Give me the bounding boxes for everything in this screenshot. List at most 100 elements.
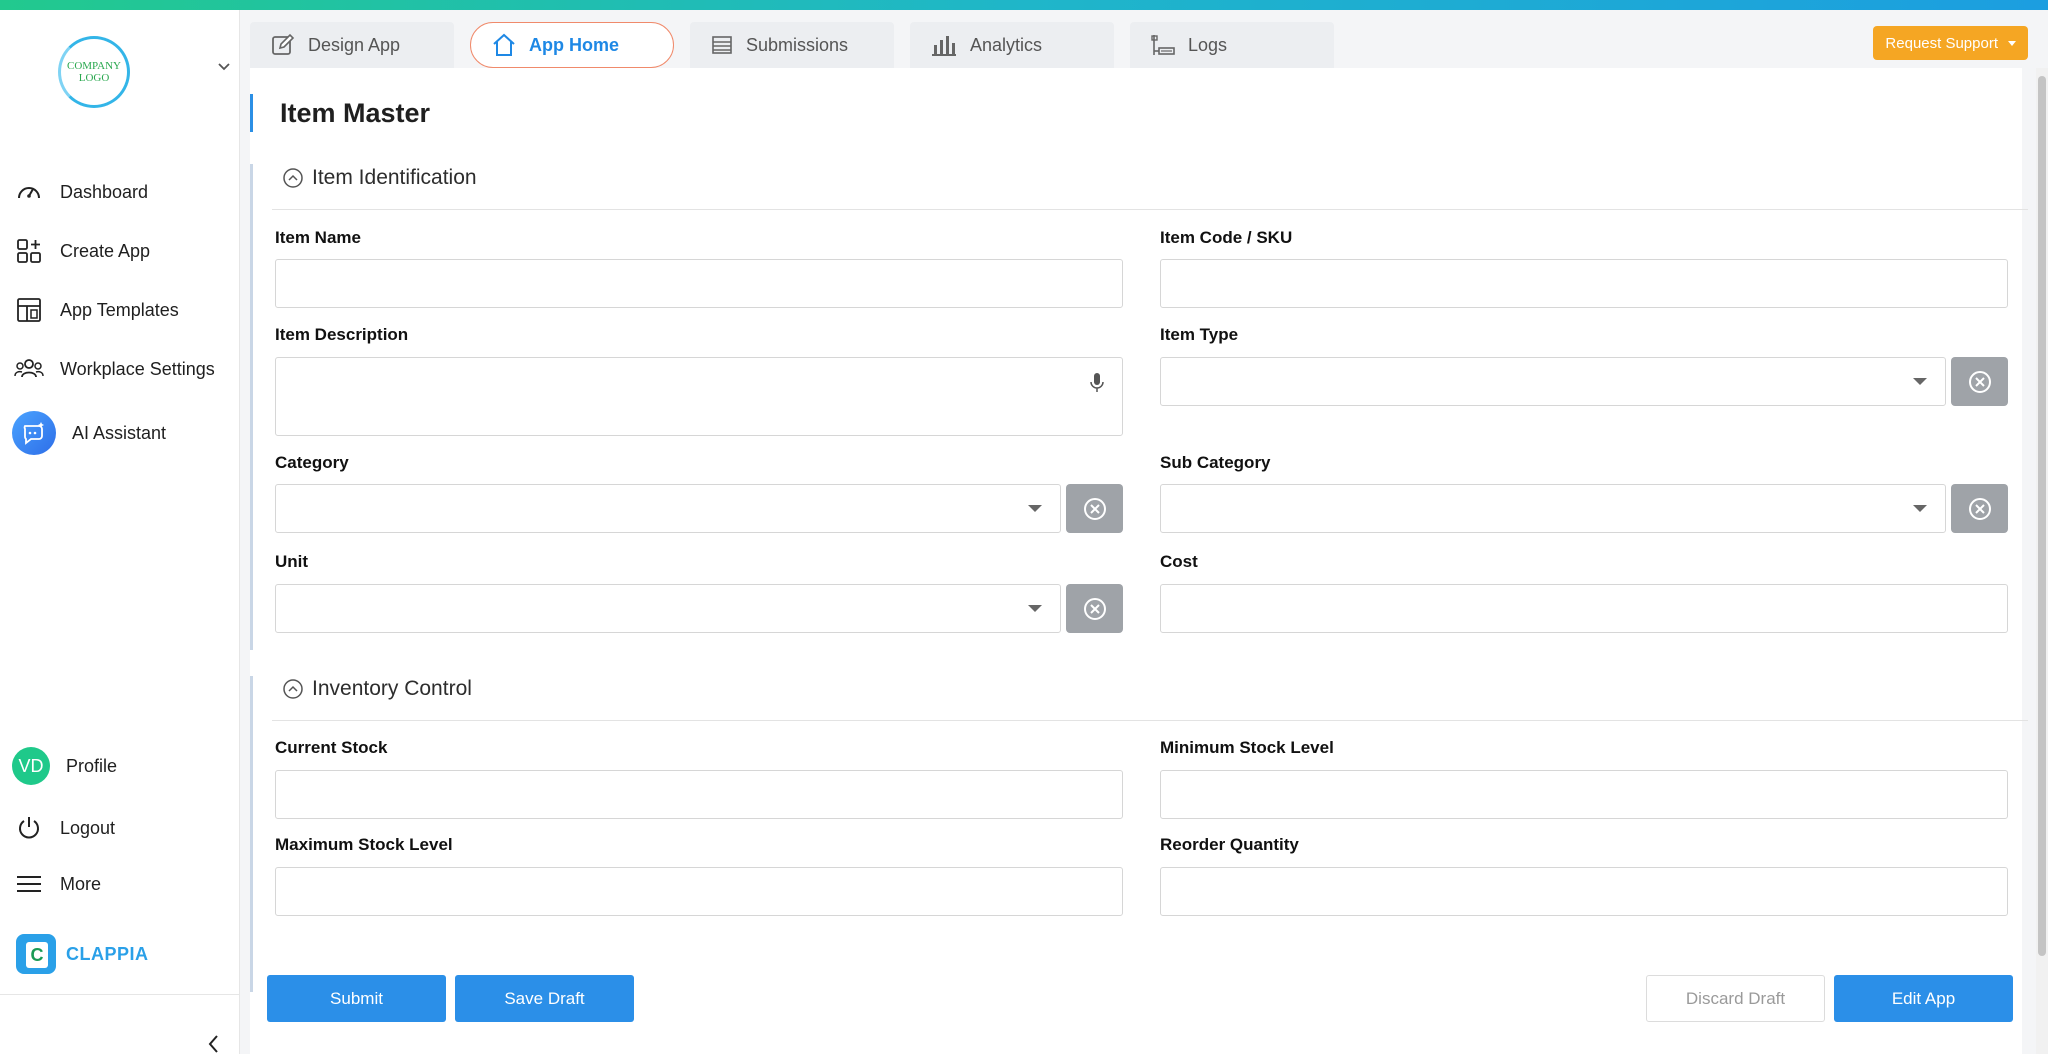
item-code-input[interactable] [1160, 259, 2008, 308]
request-support-button[interactable]: Request Support [1873, 26, 2028, 60]
reorder-quantity-label: Reorder Quantity [1160, 835, 1299, 854]
current-stock-label: Current Stock [275, 738, 388, 757]
sidebar-item-profile[interactable]: VD Profile [12, 746, 117, 786]
request-support-label: Request Support [1885, 34, 1998, 52]
logo-text-line-2: LOGO [78, 72, 110, 84]
sidebar-item-label: Create App [60, 240, 151, 261]
unit-select[interactable] [275, 584, 1061, 633]
dropdown-arrow-icon [1913, 378, 1927, 385]
home-icon [493, 33, 515, 56]
section-header-item-identification[interactable]: Item Identification [282, 166, 477, 190]
chevron-up-circle-icon [283, 679, 303, 699]
section-title: Inventory Control [312, 677, 472, 700]
unit-clear-button[interactable] [1066, 584, 1123, 633]
sub-category-clear-button[interactable] [1951, 484, 2008, 533]
item-description-label: Item Description [275, 325, 409, 344]
category-label: Category [275, 453, 349, 472]
item-type-label: Item Type [1160, 325, 1239, 344]
close-circle-icon [1083, 597, 1106, 620]
maximum-stock-label: Maximum Stock Level [275, 835, 453, 854]
dashboard-gauge-icon [14, 177, 44, 207]
sidebar-item-label: Logout [60, 817, 116, 838]
sidebar-item-create-app[interactable]: Create App [14, 235, 150, 267]
tab-analytics[interactable]: Analytics [910, 22, 1114, 68]
category-clear-button[interactable] [1066, 484, 1123, 533]
scrollbar-thumb[interactable] [2038, 76, 2046, 956]
minimum-stock-label: Minimum Stock Level [1160, 738, 1334, 757]
microphone-icon[interactable] [1090, 372, 1104, 394]
company-logo[interactable]: COMPANY LOGO [58, 36, 130, 108]
divider [272, 720, 2028, 721]
tab-label: App Home [529, 34, 619, 55]
menu-icon [14, 869, 44, 899]
tab-label: Logs [1188, 34, 1228, 55]
sub-category-label: Sub Category [1160, 453, 1271, 472]
dropdown-arrow-icon [1028, 505, 1042, 512]
sidebar-item-label: Profile [66, 755, 118, 776]
title-accent-bar [250, 94, 253, 132]
tab-app-home[interactable]: App Home [470, 22, 674, 68]
sidebar-item-ai-assistant[interactable]: AI Assistant [12, 410, 166, 456]
maximum-stock-input[interactable] [275, 867, 1123, 916]
page-title: Item Master [280, 98, 431, 128]
close-circle-icon [1968, 497, 1991, 520]
clappia-brand: CLAPPIA [16, 934, 149, 974]
edit-icon [272, 33, 295, 55]
create-app-icon [14, 236, 44, 266]
dropdown-arrow-icon [1028, 605, 1042, 612]
brand-name: CLAPPIA [66, 943, 149, 964]
sidebar-item-label: More [60, 873, 102, 894]
close-circle-icon [1968, 370, 1991, 393]
sidebar-item-app-templates[interactable]: App Templates [14, 294, 179, 326]
ai-assistant-icon [12, 411, 56, 455]
sidebar-item-more[interactable]: More [14, 868, 101, 900]
item-description-textarea[interactable] [275, 357, 1123, 436]
category-select[interactable] [275, 484, 1061, 533]
sidebar-item-workplace-settings[interactable]: Workplace Settings [14, 353, 215, 385]
edit-app-button[interactable]: Edit App [1834, 975, 2013, 1022]
section-indicator [250, 164, 253, 650]
submit-button[interactable]: Submit [267, 975, 446, 1022]
discard-draft-button: Discard Draft [1646, 975, 1825, 1022]
tab-label: Submissions [746, 34, 849, 55]
item-type-select[interactable] [1160, 357, 1946, 406]
current-stock-input[interactable] [275, 770, 1123, 819]
item-code-label: Item Code / SKU [1160, 228, 1293, 247]
power-icon [14, 813, 44, 843]
templates-icon [14, 295, 44, 325]
minimum-stock-input[interactable] [1160, 770, 2008, 819]
tab-logs[interactable]: Logs [1130, 22, 1334, 68]
save-draft-button[interactable]: Save Draft [455, 975, 634, 1022]
chevron-down-icon[interactable] [214, 56, 234, 76]
sidebar-item-logout[interactable]: Logout [14, 812, 115, 844]
logo-text-line-1: COMPANY [66, 60, 121, 72]
sidebar-item-dashboard[interactable]: Dashboard [14, 176, 148, 208]
item-name-label: Item Name [275, 228, 361, 247]
section-indicator [250, 676, 253, 992]
avatar: VD [12, 747, 50, 785]
close-circle-icon [1083, 497, 1106, 520]
sub-category-select[interactable] [1160, 484, 1946, 533]
reorder-quantity-input[interactable] [1160, 867, 2008, 916]
chevron-left-icon[interactable] [204, 1032, 224, 1054]
clappia-logo-icon [16, 934, 56, 974]
section-header-inventory-control[interactable]: Inventory Control [282, 677, 472, 701]
sidebar: COMPANY LOGO Dashboard Create App App Te… [0, 10, 240, 1054]
sidebar-item-label: AI Assistant [72, 422, 167, 443]
tab-submissions[interactable]: Submissions [690, 22, 894, 68]
form-card: Item Master Item Identification Item Nam… [250, 68, 2028, 1054]
tab-design-app[interactable]: Design App [250, 22, 454, 68]
tab-bar: Design App App Home Submissions Analytic… [250, 22, 1334, 68]
cost-input[interactable] [1160, 584, 2008, 633]
item-type-clear-button[interactable] [1951, 357, 2008, 406]
chevron-up-circle-icon [283, 168, 303, 188]
tab-label: Design App [308, 34, 401, 55]
item-name-input[interactable] [275, 259, 1123, 308]
tab-label: Analytics [970, 34, 1043, 55]
sidebar-item-label: Dashboard [60, 181, 149, 202]
logs-icon [1151, 35, 1175, 55]
main-area: Design App App Home Submissions Analytic… [240, 10, 2048, 1054]
section-title: Item Identification [312, 166, 477, 189]
top-accent-bar [0, 0, 2048, 10]
dropdown-arrow-icon [1913, 505, 1927, 512]
